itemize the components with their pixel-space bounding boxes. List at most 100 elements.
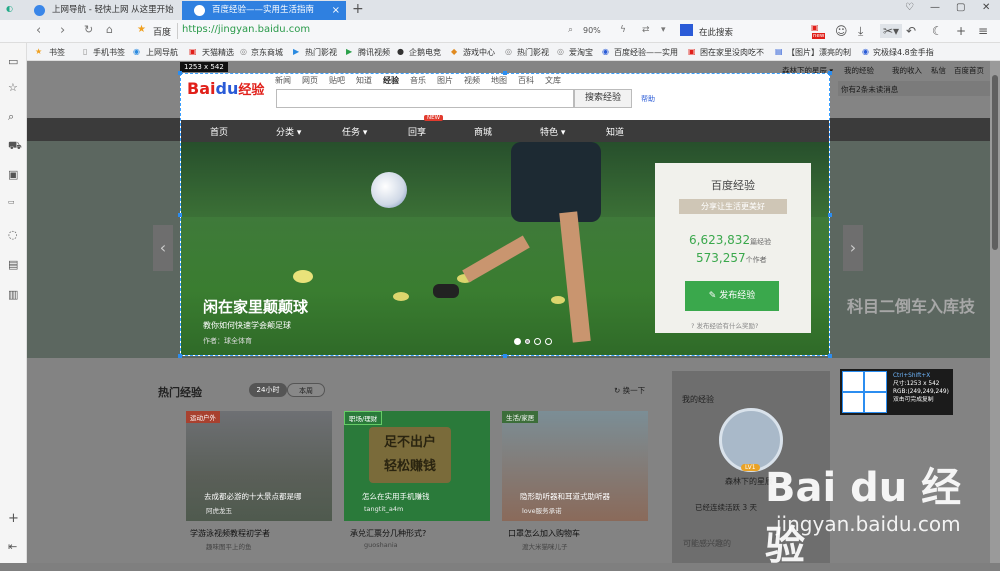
bookmark-item[interactable]: 京东商城 [251, 47, 283, 58]
site-search-button[interactable]: 搜索经验 [574, 89, 632, 108]
menu-mall[interactable]: 商城 [474, 125, 492, 138]
site-search-input[interactable] [276, 89, 574, 108]
nav-web[interactable]: 网页 [302, 75, 318, 86]
nav-tieba[interactable]: 贴吧 [329, 75, 345, 86]
tab-jingyan[interactable]: 百度经验——实用生活指南 × [182, 1, 346, 20]
nav-jingyan[interactable]: 经验 [383, 75, 399, 86]
app-icon[interactable]: ▣ [811, 23, 819, 32]
bookmark-item[interactable]: 热门影视 [305, 47, 337, 58]
reader-icon[interactable]: ▭ [8, 55, 18, 68]
chat-icon[interactable]: ◌ [8, 228, 18, 241]
menu-share[interactable]: 回享 [408, 125, 426, 138]
resize-handle[interactable] [828, 213, 832, 217]
add-icon[interactable]: + [8, 511, 19, 526]
nav-zhidao[interactable]: 知道 [356, 75, 372, 86]
url-field[interactable]: https://jingyan.baidu.com [182, 24, 310, 35]
resize-handle[interactable] [503, 71, 507, 75]
nav-video[interactable]: 视频 [464, 75, 480, 86]
bookmark-item[interactable]: 究极绿4.8金手指 [873, 47, 934, 58]
publish-button[interactable]: ✎ 发布经验 [685, 281, 779, 311]
search-engine-label[interactable]: 百度 [153, 25, 171, 38]
close-tab-icon[interactable]: × [332, 1, 340, 20]
resize-handle[interactable] [178, 71, 182, 75]
skin-icon[interactable]: ♡ [905, 2, 914, 13]
menu-zhidao[interactable]: 知道 [606, 125, 624, 138]
zoom-level[interactable]: 90% [583, 26, 601, 35]
resize-handle[interactable] [178, 213, 182, 217]
screenshot-selection[interactable]: Baidu经验 新闻 网页 贴吧 知道 经验 音乐 图片 视频 地图 百科 文库… [180, 73, 830, 356]
tab-week[interactable]: 本周 [287, 383, 325, 397]
nav-map[interactable]: 地图 [491, 75, 507, 86]
bookmark-item[interactable]: 【图片】漂亮的制 [787, 47, 851, 58]
hot-card[interactable]: 生活/家居 隐形助听器和耳道式助听器 love服务承诺 [502, 411, 648, 521]
forward-icon[interactable]: › [60, 23, 65, 38]
search-input[interactable]: 在此搜索 [699, 26, 733, 38]
night-mode-icon[interactable]: ☾ [932, 24, 943, 38]
carousel-dot[interactable] [514, 338, 521, 345]
hot-card[interactable]: 运动户外 去成都必游的十大景点都是哪 阿虎龙玉 [186, 411, 332, 521]
video-icon[interactable]: ▣ [8, 168, 18, 181]
resize-handle[interactable] [178, 354, 182, 358]
minimize-button[interactable]: — [930, 2, 940, 13]
carousel-dot[interactable] [534, 338, 541, 345]
resize-handle[interactable] [828, 71, 832, 75]
publish-reward-link[interactable]: ? 发布经验有什么奖励? [691, 320, 758, 330]
note-icon[interactable]: ▤ [8, 258, 18, 271]
menu-tasks[interactable]: 任务 ▾ [342, 125, 367, 138]
translate-icon[interactable]: ⇄ [642, 25, 650, 35]
nav-wenku[interactable]: 文库 [545, 75, 561, 86]
hot-card[interactable]: 职场/理财 足不出户 轻松赚钱 怎么在实用手机赚钱 tangtit_a4m [344, 411, 490, 521]
help-link[interactable]: 帮助 [641, 94, 655, 104]
nav-news[interactable]: 新闻 [275, 75, 291, 86]
my-income-link[interactable]: 我的收入 [892, 65, 922, 76]
lightning-icon[interactable]: ϟ [620, 25, 626, 35]
hot-link[interactable]: 承兑汇票分几种形式? [350, 528, 426, 539]
carousel-dot[interactable] [545, 338, 552, 345]
search-engine-icon[interactable] [680, 24, 693, 36]
nav-music[interactable]: 音乐 [410, 75, 426, 86]
game-icon[interactable]: ☺ [835, 24, 848, 38]
search-icon[interactable]: ⌕ [8, 110, 14, 124]
bookmark-item[interactable]: 天猫精选 [202, 47, 234, 58]
magnifier-icon[interactable]: ⌕ [568, 25, 573, 35]
nav-baike[interactable]: 百科 [518, 75, 534, 86]
back-icon[interactable]: ‹ [36, 23, 41, 38]
close-window-button[interactable]: ✕ [982, 2, 990, 13]
scrollbar-thumb[interactable] [992, 75, 998, 250]
bookmark-item[interactable]: 爱淘宝 [569, 47, 593, 58]
tab-24h[interactable]: 24小时 [249, 383, 287, 397]
cart-icon[interactable]: ⛟ [8, 139, 22, 154]
dropdown-icon[interactable]: ▾ [661, 25, 666, 35]
nav-images[interactable]: 图片 [437, 75, 453, 86]
new-tab-button[interactable]: + [352, 1, 364, 17]
collapse-icon[interactable]: ⇤ [8, 540, 17, 553]
unread-notice[interactable]: 你有2条未读消息 [838, 81, 990, 96]
book-icon[interactable]: ▥ [8, 288, 18, 301]
star-icon[interactable]: ★ [137, 24, 146, 35]
hero-prev-icon[interactable]: ‹ [153, 225, 173, 271]
bookmark-item[interactable]: 百度经验——实用 [614, 47, 678, 58]
undo-icon[interactable]: ↶ [906, 24, 916, 38]
refresh-icon[interactable]: ↻ [84, 23, 93, 36]
favorites-icon[interactable]: ☆ [8, 81, 18, 94]
resize-handle[interactable] [828, 354, 832, 358]
hot-link[interactable]: 口罩怎么加入购物车 [508, 528, 580, 539]
home-icon[interactable]: ⌂ [106, 23, 113, 36]
baidu-jingyan-logo[interactable]: Baidu经验 [187, 79, 264, 98]
maximize-button[interactable]: ▢ [956, 2, 965, 13]
menu-icon[interactable]: ≡ [978, 24, 988, 38]
hero-next-icon[interactable]: › [843, 225, 863, 271]
my-experience-link[interactable]: 我的经验 [844, 65, 874, 76]
bookmark-item[interactable]: 手机书签 [93, 47, 125, 58]
bookmark-item[interactable]: 企鹅电竞 [409, 47, 441, 58]
vip-icon[interactable]: ▭ [8, 198, 15, 206]
bookmark-item[interactable]: 腾讯视频 [358, 47, 390, 58]
screenshot-scissors-icon[interactable]: ✂▾ [880, 24, 903, 38]
baidu-home-link[interactable]: 百度首页 [954, 65, 984, 76]
tab-navigation[interactable]: 上网导航 - 轻快上网 从这里开始 [22, 1, 178, 20]
resize-handle[interactable] [503, 354, 507, 358]
switch-button[interactable]: ↻ 换一下 [614, 385, 645, 396]
bookmark-item[interactable]: 困在家里没肉吃不 [700, 47, 764, 58]
add-icon[interactable]: + [956, 24, 966, 38]
bookmark-item[interactable]: 上网导航 [146, 47, 178, 58]
